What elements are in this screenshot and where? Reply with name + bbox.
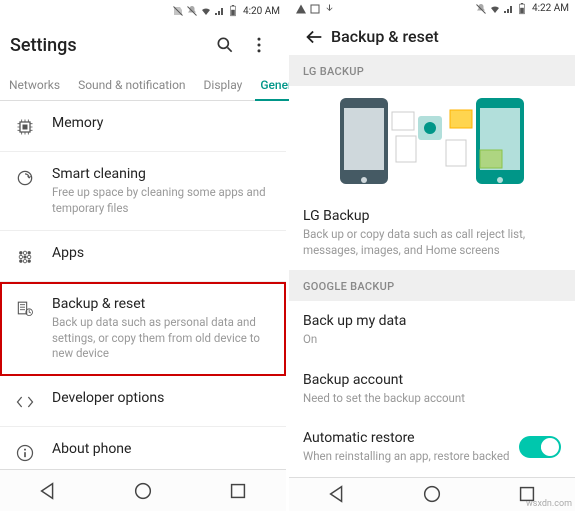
tab-networks[interactable]: Networks — [0, 68, 69, 100]
search-button[interactable] — [208, 28, 242, 62]
no-sim-icon — [172, 5, 184, 17]
settings-tabs: Networks Sound & notification Display Ge… — [0, 68, 286, 101]
warning-icon — [295, 3, 307, 15]
mute-icon — [475, 3, 487, 15]
tab-sound[interactable]: Sound & notification — [69, 68, 194, 100]
item-title: Backup & reset — [52, 296, 272, 312]
app-header: Backup & reset — [289, 18, 575, 55]
item-subtitle: Free up space by cleaning some apps and … — [52, 185, 272, 216]
item-subtitle: On — [303, 332, 561, 348]
nav-back-button[interactable] — [324, 481, 350, 507]
item-title: Backup account — [303, 372, 561, 388]
app-header: Settings — [0, 22, 286, 68]
item-title: Apps — [52, 245, 272, 261]
search-icon — [215, 35, 235, 55]
settings-list: Memory Smart cleaning Free up space by cl… — [0, 101, 286, 469]
overflow-button[interactable] — [242, 28, 276, 62]
page-title: Settings — [10, 35, 208, 56]
item-title: Smart cleaning — [52, 166, 272, 182]
item-title: About phone — [52, 441, 272, 457]
status-time: 4:22 AM — [532, 3, 569, 14]
apps-icon — [14, 245, 36, 267]
list-item-smart-cleaning[interactable]: Smart cleaning Free up space by cleaning … — [0, 152, 286, 231]
square-recent-icon — [227, 480, 249, 502]
signal-icon — [503, 3, 515, 15]
section-header-google: GOOGLE BACKUP — [289, 270, 575, 301]
list-item-backup-my-data[interactable]: Back up my data On — [289, 301, 575, 360]
list-item-backup-reset[interactable]: Backup & reset Back up data such as perso… — [0, 282, 286, 376]
page-title: Backup & reset — [331, 27, 439, 46]
list-item-about[interactable]: About phone — [0, 427, 286, 469]
download-icon — [323, 3, 335, 15]
list-item-developer[interactable]: Developer options — [0, 376, 286, 427]
mute-icon — [186, 5, 198, 17]
item-subtitle: Need to set the backup account — [303, 391, 561, 407]
nav-recent-button[interactable] — [225, 478, 251, 504]
nav-bar — [0, 469, 286, 511]
toggle-switch[interactable]: ON — [519, 436, 561, 458]
about-icon — [14, 441, 36, 463]
circle-home-icon — [421, 483, 443, 505]
nav-home-button[interactable] — [130, 478, 156, 504]
status-bar: 4:20 AM — [0, 0, 286, 22]
item-subtitle: Back up or copy data such as call reject… — [303, 227, 561, 258]
list-item-memory[interactable]: Memory — [0, 101, 286, 152]
wifi-icon — [489, 3, 501, 15]
screenshot-icon — [309, 3, 321, 15]
item-subtitle: Back up data such as personal data and s… — [52, 315, 272, 362]
nav-back-button[interactable] — [35, 478, 61, 504]
circle-home-icon — [132, 480, 154, 502]
status-bar: 4:22 AM — [289, 0, 575, 18]
more-vert-icon — [249, 35, 269, 55]
triangle-back-icon — [37, 480, 59, 502]
list-item-lg-backup[interactable]: LG Backup Back up or copy data such as c… — [289, 196, 575, 270]
item-title: Back up my data — [303, 313, 561, 329]
item-title: LG Backup — [303, 208, 561, 224]
backup-reset-icon — [14, 296, 36, 362]
settings-screen: 4:20 AM Settings Networks Sound & notifi… — [0, 0, 289, 511]
triangle-back-icon — [326, 483, 348, 505]
list-item-automatic-restore[interactable]: Automatic restore When reinstalling an a… — [289, 418, 575, 477]
list-item-apps[interactable]: Apps — [0, 231, 286, 282]
battery-icon — [228, 5, 238, 17]
tab-display[interactable]: Display — [195, 68, 252, 100]
signal-icon — [214, 5, 226, 17]
list-item-backup-account[interactable]: Backup account Need to set the backup ac… — [289, 360, 575, 419]
developer-icon — [14, 390, 36, 412]
section-header-lg: LG BACKUP — [289, 55, 575, 86]
watermark: wsxdn.com — [526, 499, 572, 509]
smart-cleaning-icon — [14, 166, 36, 216]
wifi-icon — [200, 5, 212, 17]
item-title: Automatic restore — [303, 430, 519, 446]
battery-icon — [517, 3, 527, 15]
item-title: Developer options — [52, 390, 272, 406]
backup-illustration — [289, 86, 575, 196]
status-time: 4:20 AM — [243, 6, 280, 17]
backup-reset-screen: 4:22 AM Backup & reset LG BACKUP — [289, 0, 578, 511]
nav-home-button[interactable] — [419, 481, 445, 507]
back-button[interactable] — [297, 20, 331, 54]
item-title: Memory — [52, 115, 272, 131]
arrow-back-icon — [303, 26, 325, 48]
memory-icon — [14, 115, 36, 137]
item-subtitle: When reinstalling an app, restore backed — [303, 449, 519, 465]
toggle-label: ON — [541, 439, 557, 455]
